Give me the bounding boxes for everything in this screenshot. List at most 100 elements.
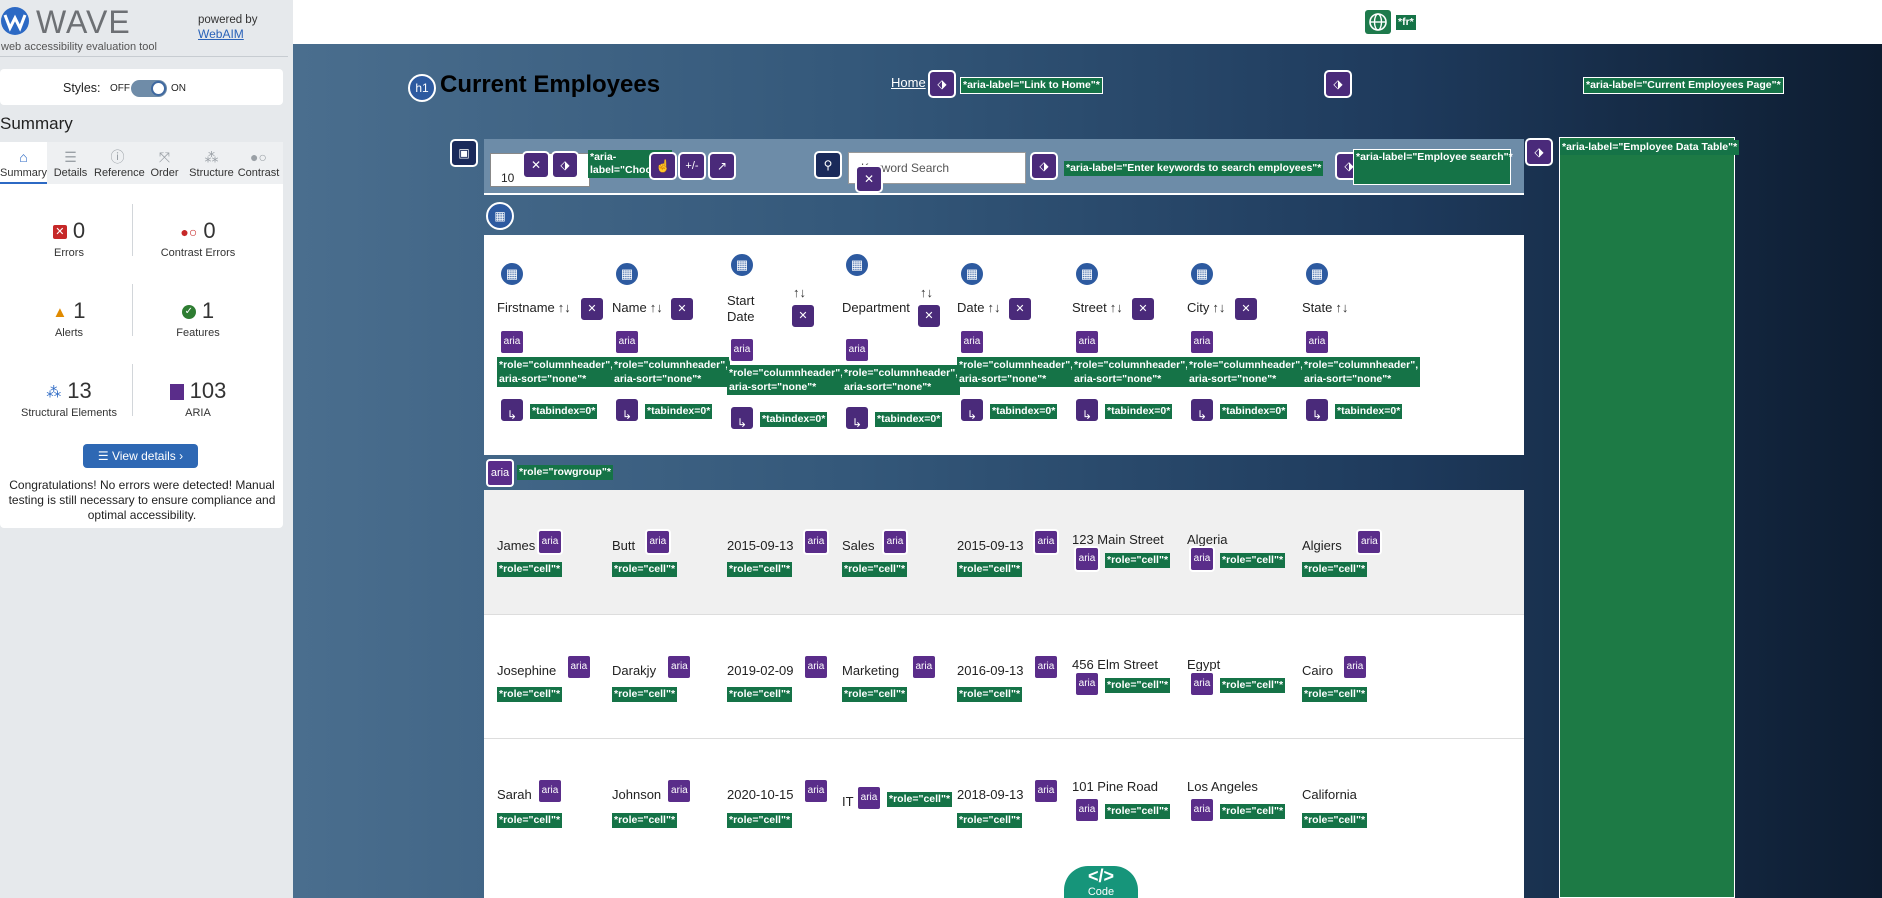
form-icon[interactable]: ▣ [450,139,478,167]
close-icon[interactable]: ✕ [1130,296,1156,322]
aria-icon[interactable]: aria [1074,546,1100,572]
close-icon[interactable]: ✕ [1233,296,1259,322]
sort-icon[interactable]: ↑↓ [650,300,663,315]
aria-icon[interactable]: aria [1033,654,1059,680]
tabindex-icon[interactable]: ↳ [959,397,985,423]
aria-icon[interactable]: aria [486,459,514,487]
tab-structure[interactable]: ⁂ Structure [188,142,235,184]
sort-icon[interactable]: ↑↓ [1110,300,1123,315]
aria-icon[interactable]: aria [537,778,563,804]
aria-icon[interactable]: aria [666,778,693,804]
table-icon[interactable]: ▦ [844,252,870,278]
column-header[interactable]: Street ↑↓ [1072,300,1123,315]
aria-icon[interactable]: aria [1356,529,1383,555]
aria-icon[interactable]: aria [1189,797,1215,823]
aria-icon[interactable]: aria [1342,654,1368,680]
tab-summary[interactable]: ⌂ Summary [0,142,47,184]
aria-icon[interactable]: aria [959,329,985,355]
tabindex-icon[interactable]: ↳ [844,405,870,431]
tag-icon[interactable]: ⬗ [551,151,579,179]
column-header[interactable]: Firstname ↑↓ [497,300,571,315]
stat-alerts[interactable]: ▲ 1 Alerts [4,298,134,339]
table-icon[interactable]: ▦ [1189,261,1215,287]
column-header[interactable]: City ↑↓ [1187,300,1225,315]
table-icon[interactable]: ▦ [614,261,640,287]
code-button[interactable]: </> Code [1064,866,1138,898]
aria-icon[interactable]: aria [882,529,908,555]
globe-icon[interactable] [1365,10,1391,34]
close-icon[interactable]: ✕ [522,151,550,179]
tag-icon[interactable]: ⬗ [928,70,956,98]
aria-icon[interactable]: aria [499,329,525,355]
sort-icon[interactable]: ↑↓ [558,300,571,315]
aria-icon[interactable]: aria [856,785,882,811]
close-icon[interactable]: ✕ [579,296,605,322]
tabindex-icon[interactable]: ↳ [499,397,525,423]
aria-icon[interactable]: aria [844,337,870,363]
tab-order[interactable]: ⤧ Order [141,142,188,184]
column-header[interactable]: Department [842,300,910,315]
aria-icon[interactable]: aria [803,654,829,680]
stat-structural[interactable]: ⁂ 13 Structural Elements [4,378,134,419]
sort-icon[interactable]: ↑↓ [920,285,933,300]
sort-icon[interactable]: ↑↓ [987,300,1000,315]
aria-icon[interactable]: aria [1074,329,1100,355]
aria-icon[interactable]: aria [1033,529,1059,555]
tabindex-icon[interactable]: ↳ [1304,397,1330,423]
styles-toggle[interactable] [131,80,167,97]
table-icon[interactable]: ▦ [1304,261,1330,287]
aria-icon[interactable]: aria [537,529,563,555]
aria-icon[interactable]: aria [910,654,937,680]
link-out-icon[interactable]: ↗ [708,152,736,180]
tabindex-icon[interactable]: ↳ [614,397,640,423]
aria-icon[interactable]: aria [1304,329,1330,355]
column-header[interactable]: Date ↑↓ [957,300,1000,315]
aria-icon[interactable]: aria [666,654,693,680]
aria-icon[interactable]: aria [1189,546,1215,572]
tag-icon[interactable]: ⬗ [1525,138,1553,166]
close-icon[interactable]: ✕ [669,296,695,322]
table-icon[interactable]: ▦ [729,252,755,278]
aria-icon[interactable]: aria [644,529,671,555]
stat-contrast[interactable]: ●○ 0 Contrast Errors [133,218,263,259]
tag-icon[interactable]: ⬗ [1324,70,1352,98]
close-icon[interactable]: ✕ [916,303,942,329]
tab-details[interactable]: ☰ Details [47,142,94,184]
stat-aria[interactable]: 103 ARIA [133,378,263,419]
aria-icon[interactable]: aria [614,329,640,355]
h1-icon[interactable]: h1 [408,74,436,102]
view-details-button[interactable]: ☰ View details › [83,444,198,468]
tabindex-icon[interactable]: ↳ [1189,397,1215,423]
table-icon[interactable]: ▦ [959,261,985,287]
table-icon[interactable]: ▦ [499,261,525,287]
close-icon[interactable]: ✕ [790,303,816,329]
table-icon[interactable]: ▦ [1074,261,1100,287]
close-icon[interactable]: ✕ [1007,296,1033,322]
tab-reference[interactable]: ⓘ Reference [94,142,145,184]
plusminus-icon[interactable]: +/- [678,152,706,180]
column-header[interactable]: State ↑↓ [1302,300,1348,315]
tabindex-icon[interactable]: ↳ [729,405,755,431]
aria-icon[interactable]: aria [1074,797,1100,823]
aria-icon[interactable]: aria [1189,329,1215,355]
aria-icon[interactable]: aria [565,654,592,680]
column-header[interactable]: Name ↑↓ [612,300,663,315]
wave-logo[interactable]: WAVE web accessibility evaluation tool [0,2,170,53]
tag-icon[interactable]: ⬗ [1030,152,1058,180]
aria-icon[interactable]: aria [803,778,829,804]
stat-features[interactable]: ✓ 1 Features [133,298,263,339]
search-icon[interactable]: ⚲ [814,151,842,179]
stat-errors[interactable]: ✕ 0 Errors [4,218,134,259]
close-icon[interactable]: ✕ [855,165,883,193]
webaim-link[interactable]: WebAIM [198,27,257,41]
aria-icon[interactable]: aria [729,337,755,363]
sort-icon[interactable]: ↑↓ [1212,300,1225,315]
sort-icon[interactable]: ↑↓ [793,285,806,300]
aria-icon[interactable]: aria [1074,671,1100,697]
pointer-icon[interactable]: ☝ [649,152,677,180]
aria-icon[interactable]: aria [1189,671,1215,697]
tab-contrast[interactable]: ●○ Contrast [235,142,282,184]
aria-icon[interactable]: aria [803,529,829,555]
column-header[interactable]: Start Date [727,293,754,325]
home-link[interactable]: Home [891,75,926,90]
